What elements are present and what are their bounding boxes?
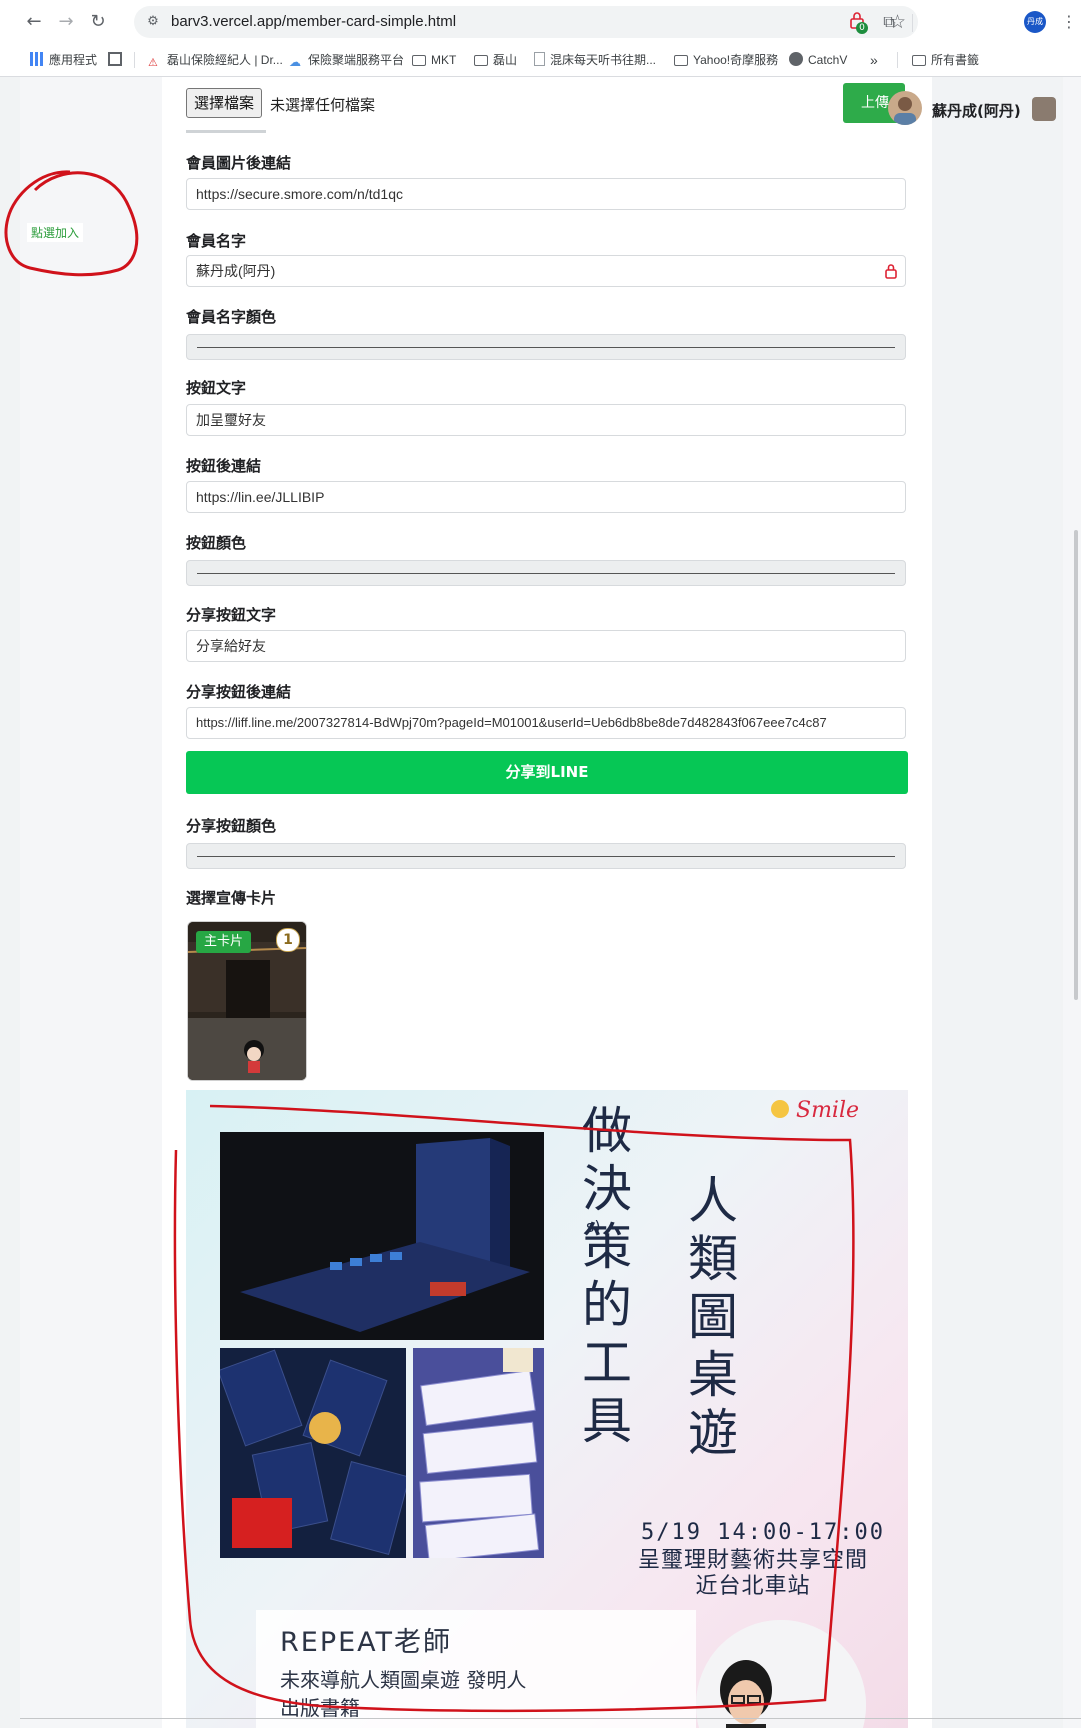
button-text-label: 按鈕文字 bbox=[186, 379, 247, 397]
leishan-logo-icon: ⚠ bbox=[148, 57, 158, 69]
grid-icon bbox=[108, 52, 122, 66]
folder-icon bbox=[474, 55, 488, 66]
button-link-input[interactable]: https://lin.ee/JLLIBIP bbox=[186, 481, 906, 513]
globe-icon bbox=[789, 52, 803, 66]
share-color-label: 分享按鈕顏色 bbox=[186, 817, 277, 835]
reload-icon[interactable]: ↻ bbox=[86, 10, 110, 34]
folder-icon bbox=[674, 55, 688, 66]
folder-icon bbox=[412, 55, 426, 66]
scrollbar-thumb[interactable] bbox=[1074, 530, 1078, 1000]
address-bar[interactable]: ⚙ barv3.vercel.app/member-card-simple.ht… bbox=[134, 6, 918, 38]
profile-avatar[interactable]: 丹成 bbox=[1024, 11, 1046, 33]
annotation-circle-left bbox=[4, 170, 139, 277]
bookmark-folder-yahoo[interactable]: Yahoo!奇摩服務 bbox=[674, 51, 778, 69]
page-bottom-divider bbox=[20, 1718, 1081, 1719]
share-color-picker[interactable] bbox=[186, 843, 906, 869]
user-name: 蘇丹成(阿丹) bbox=[932, 102, 1021, 120]
button-color-label: 按鈕顏色 bbox=[186, 534, 247, 552]
bookmark-leishan-agent[interactable]: ⚠ 磊山保險經紀人 | Dr... bbox=[148, 51, 283, 69]
left-panel bbox=[20, 77, 162, 1728]
file-divider bbox=[186, 130, 266, 133]
share-link-label: 分享按鈕後連結 bbox=[186, 683, 292, 701]
url-text[interactable]: barv3.vercel.app/member-card-simple.html bbox=[171, 13, 456, 30]
bookmark-all-folder[interactable]: 所有書籤 bbox=[912, 51, 979, 69]
forward-icon[interactable]: → bbox=[54, 10, 78, 34]
cloud-icon: ☁ bbox=[289, 55, 301, 69]
color-swatch-line bbox=[197, 573, 895, 574]
apps-grid-icon bbox=[30, 52, 44, 66]
bookmark-insurance-platform[interactable]: ☁ 保險聚端服務平台 bbox=[289, 51, 404, 69]
member-name-label: 會員名字 bbox=[186, 232, 247, 250]
bookmarks-bar: 應用程式 ⚠ 磊山保險經紀人 | Dr... ☁ 保險聚端服務平台 MKT 磊山 混… bbox=[0, 44, 1081, 77]
bookmark-daily-audio[interactable]: 混床每天听书往期... bbox=[534, 51, 656, 69]
name-color-picker[interactable] bbox=[186, 334, 906, 360]
bookmark-folder-leishan[interactable]: 磊山 bbox=[474, 51, 517, 69]
share-text-input[interactable]: 分享給好友 bbox=[186, 630, 906, 662]
bookmark-folder-mkt[interactable]: MKT bbox=[412, 51, 456, 69]
name-color-label: 會員名字顏色 bbox=[186, 308, 277, 326]
extension-lock-icon[interactable]: 0 bbox=[846, 11, 868, 34]
image-link-label: 會員圖片後連結 bbox=[186, 154, 292, 172]
member-name-input[interactable]: 蘇丹成(阿丹) bbox=[186, 255, 906, 287]
button-text-input[interactable]: 加呈璽好友 bbox=[186, 404, 906, 436]
share-to-line-button[interactable]: 分享到LINE bbox=[186, 751, 908, 794]
bookmark-catchv[interactable]: CatchV bbox=[789, 51, 847, 69]
bookmark-divider bbox=[134, 52, 135, 68]
button-color-picker[interactable] bbox=[186, 560, 906, 586]
card-number-badge: 1 bbox=[276, 928, 300, 952]
button-link-label: 按鈕後連結 bbox=[186, 457, 262, 475]
toolbar-divider bbox=[912, 14, 913, 32]
bookmark-divider bbox=[897, 52, 898, 68]
extension-badge: 0 bbox=[856, 22, 868, 34]
folder-icon bbox=[912, 55, 926, 66]
member-name-value: 蘇丹成(阿丹) bbox=[196, 263, 276, 279]
color-swatch-line bbox=[197, 347, 895, 348]
password-lock-icon[interactable] bbox=[883, 262, 899, 280]
image-link-input[interactable]: https://secure.smore.com/n/td1qc bbox=[186, 178, 906, 210]
menu-kebab-icon[interactable]: ⋮ bbox=[1058, 11, 1080, 33]
color-swatch-line bbox=[197, 856, 895, 857]
extensions-puzzle-icon[interactable]: ⧉ bbox=[878, 11, 900, 33]
bookmark-grid[interactable] bbox=[108, 51, 127, 69]
browser-toolbar: ← → ↻ ⚙ barv3.vercel.app/member-card-sim… bbox=[0, 0, 1081, 44]
share-link-input[interactable]: https://liff.line.me/2007327814-BdWpj70m… bbox=[186, 707, 906, 739]
file-status: 未選擇任何檔案 bbox=[270, 96, 376, 114]
user-avatar bbox=[888, 91, 922, 125]
promo-card-thumbnail[interactable]: 主卡片 1 bbox=[187, 921, 307, 1081]
document-icon bbox=[534, 52, 545, 66]
bookmark-apps[interactable]: 應用程式 bbox=[30, 51, 97, 69]
share-text-label: 分享按鈕文字 bbox=[186, 606, 277, 624]
main-card-badge: 主卡片 bbox=[196, 931, 252, 953]
annotation-circle-poster bbox=[173, 1104, 855, 1713]
choose-file-button[interactable]: 選擇檔案 bbox=[186, 88, 263, 118]
scrollbar-track[interactable] bbox=[1063, 77, 1081, 1728]
promo-card-label: 選擇宣傳卡片 bbox=[186, 889, 277, 907]
site-info-icon[interactable]: ⚙ bbox=[144, 13, 162, 31]
user-thumbnail[interactable] bbox=[1032, 97, 1056, 121]
bookmarks-overflow[interactable]: » bbox=[870, 51, 878, 69]
back-icon[interactable]: ← bbox=[22, 10, 46, 34]
